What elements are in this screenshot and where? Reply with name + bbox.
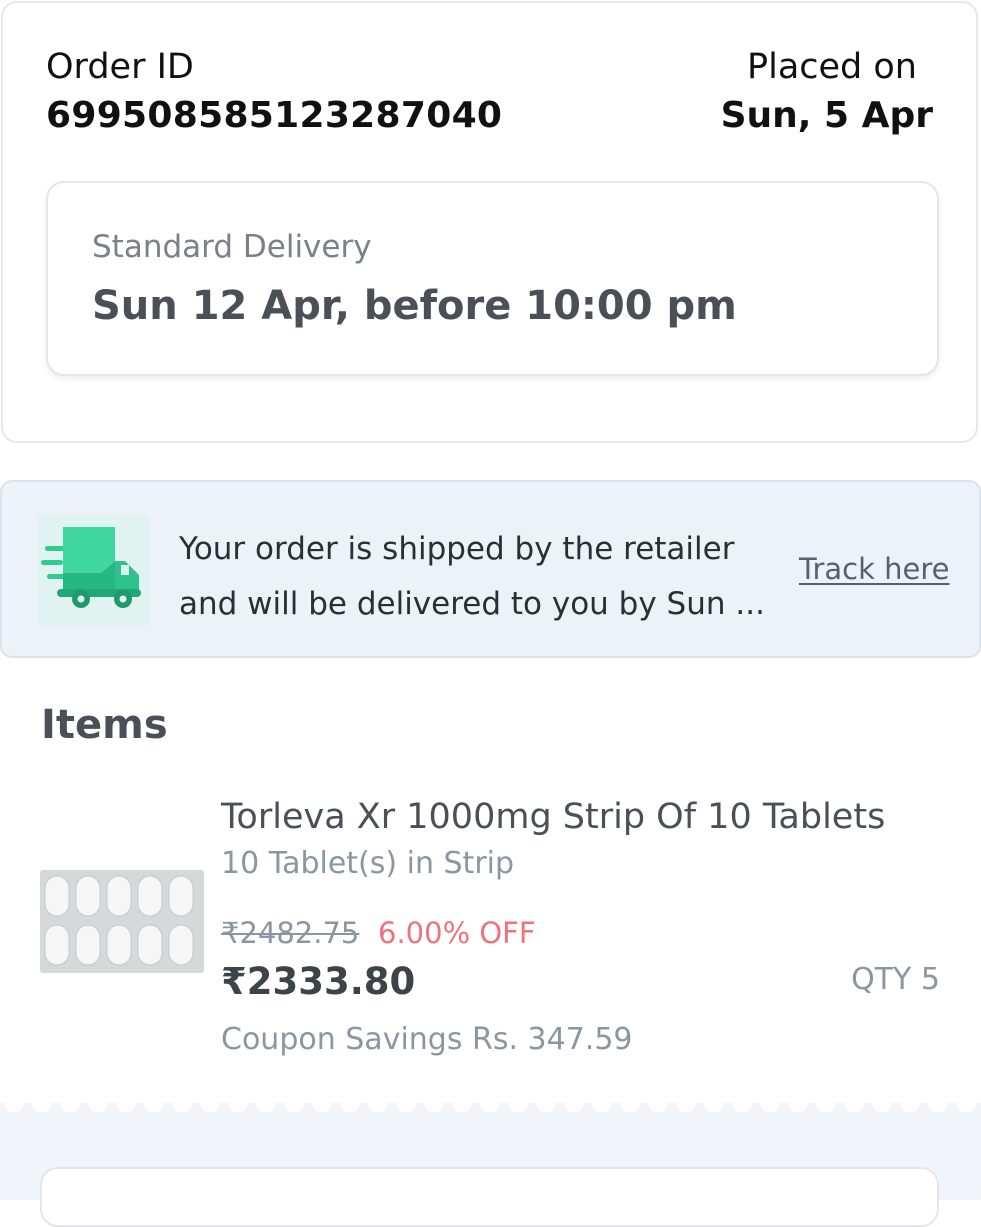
order-id-label: Order ID [46, 47, 194, 87]
shipping-status-banner: Your order is shipped by the retailer an… [0, 480, 981, 658]
delivery-date: Sun 12 Apr, before 10:00 pm [92, 283, 737, 329]
product-discount: 6.00% OFF [378, 916, 536, 950]
delivery-type: Standard Delivery [92, 229, 372, 265]
track-here-link[interactable]: Track here [799, 552, 949, 586]
product-pack-size: 10 Tablet(s) in Strip [221, 846, 515, 881]
bottom-section [0, 1094, 981, 1227]
product-image [40, 870, 204, 973]
product-price: ₹2333.80 [221, 960, 416, 1003]
shipping-message-line1: Your order is shipped by the retailer [179, 531, 735, 567]
shipping-message-line2: and will be delivered to you by Sun ... [179, 586, 765, 622]
coupon-savings: Coupon Savings Rs. 347.59 [221, 1022, 633, 1057]
scalloped-divider [0, 1094, 981, 1112]
next-card [40, 1167, 939, 1227]
shipping-message: Your order is shipped by the retailer an… [179, 522, 779, 632]
product-quantity: QTY 5 [851, 962, 940, 997]
order-id-value: 699508585123287040 [46, 95, 503, 136]
product-mrp: ₹2482.75 [221, 916, 360, 950]
delivery-truck-icon [37, 515, 149, 625]
placed-on-label: Placed on [747, 47, 917, 87]
items-heading: Items [41, 702, 168, 748]
delivery-estimate-box: Standard Delivery Sun 12 Apr, before 10:… [46, 181, 939, 376]
placed-on-value: Sun, 5 Apr [720, 95, 933, 136]
product-name: Torleva Xr 1000mg Strip Of 10 Tablets [221, 797, 886, 837]
order-summary-card: Order ID 699508585123287040 Placed on Su… [1, 1, 978, 443]
